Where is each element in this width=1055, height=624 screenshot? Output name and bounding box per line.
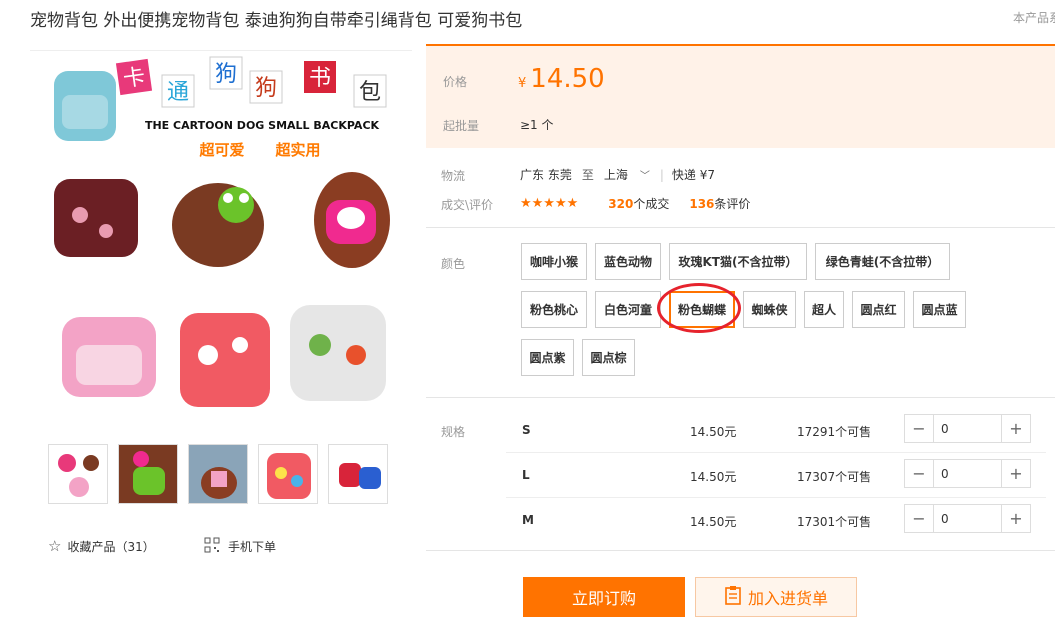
color-option[interactable]: 蜘蛛侠	[743, 291, 796, 328]
plus-button[interactable]: +	[1002, 415, 1030, 442]
main-product-image[interactable]: 卡 通 狗 狗 书 包 THE CARTOON DOG SMALL BACKPA…	[40, 55, 400, 415]
spec-price: 14.50元	[690, 470, 737, 484]
svg-text:狗: 狗	[255, 76, 277, 101]
svg-text:超实用: 超实用	[274, 141, 320, 159]
price-number: 14.50	[530, 64, 605, 94]
color-option[interactable]: 白色河童	[595, 291, 661, 328]
spec-stock: 17291个可售	[797, 425, 872, 439]
deals-count[interactable]: 320	[608, 197, 633, 211]
favorite-label: 收藏产品（31）	[67, 539, 155, 554]
divider: |	[659, 167, 664, 182]
spec-stock: 17307个可售	[797, 470, 872, 484]
divider	[426, 397, 1055, 398]
divider	[426, 227, 1055, 228]
svg-text:书: 书	[309, 66, 331, 91]
quantity-stepper: − 0 +	[904, 459, 1031, 488]
mobile-order[interactable]: 手机下单	[204, 537, 276, 556]
svg-text:卡: 卡	[122, 65, 147, 93]
spec-price: 14.50元	[690, 515, 737, 529]
color-option[interactable]: 绿色青蛙(不含拉带）	[815, 243, 950, 280]
thumbnail-2[interactable]	[118, 444, 178, 504]
reviews-count[interactable]: 136	[689, 197, 714, 211]
reviews-text: 条评价	[714, 197, 751, 211]
quantity-input[interactable]: 0	[933, 415, 1002, 442]
buy-now-button[interactable]: 立即订购	[523, 577, 685, 617]
product-title: 宠物背包 外出便携宠物背包 泰迪狗狗自带牵引绳背包 可爱狗书包	[30, 11, 523, 31]
product-notice: 本产品系	[1013, 11, 1055, 25]
minus-button[interactable]: −	[905, 415, 933, 442]
add-to-cart-button[interactable]: 加入进货单	[695, 577, 857, 617]
moq-label: 起批量	[443, 119, 480, 133]
color-option[interactable]: 超人	[804, 291, 844, 328]
spec-row: S 14.50元 17291个可售 − 0 +	[506, 408, 1055, 453]
color-option[interactable]: 圆点红	[852, 291, 905, 328]
rating-stars-icon: ★★★★★	[520, 196, 579, 211]
color-option[interactable]: 玫瑰KT猫(不含拉带）	[669, 243, 807, 280]
spec-stock: 17301个可售	[797, 515, 872, 529]
price-value: ¥ 14.50	[518, 64, 605, 94]
to-word: 至	[581, 168, 594, 182]
spec-size: M	[522, 513, 534, 527]
color-option[interactable]: 圆点棕	[582, 339, 635, 376]
spec-label: 规格	[441, 425, 466, 439]
qr-code-icon	[204, 537, 220, 556]
quantity-stepper: − 0 +	[904, 504, 1031, 533]
color-option[interactable]: 粉色桃心	[521, 291, 587, 328]
clipboard-icon	[724, 585, 742, 609]
quantity-stepper: − 0 +	[904, 414, 1031, 443]
spec-size: S	[522, 423, 531, 437]
svg-text:通: 通	[167, 80, 189, 105]
divider	[30, 50, 412, 51]
svg-text:超可爱: 超可爱	[198, 141, 244, 159]
shipping-fee: 快递 ¥7	[671, 168, 715, 182]
color-option[interactable]: 圆点紫	[521, 339, 574, 376]
favorite-product[interactable]: ☆ 收藏产品（31）	[48, 537, 155, 555]
star-outline-icon: ☆	[48, 537, 62, 555]
ship-from: 广东 东莞	[520, 168, 572, 182]
currency-symbol: ¥	[518, 76, 527, 91]
thumbnail-4[interactable]	[258, 444, 318, 504]
spec-row: M 14.50元 17301个可售 − 0 +	[506, 498, 1055, 543]
reviews-info: ★★★★★ 320 个成交 136 条评价	[520, 195, 750, 212]
thumbnail-strip	[48, 444, 388, 504]
thumbnail-3[interactable]	[188, 444, 248, 504]
color-label: 颜色	[441, 257, 466, 271]
ship-to-select[interactable]: 上海	[604, 166, 628, 183]
logistics-info: 广东 东莞 至 上海 ﹀ | 快递 ¥7	[520, 166, 715, 183]
spec-row: L 14.50元 17307个可售 − 0 +	[506, 453, 1055, 498]
color-option-selected[interactable]: 粉色蝴蝶	[669, 291, 735, 328]
color-option[interactable]: 蓝色动物	[595, 243, 661, 280]
color-option[interactable]: 圆点蓝	[913, 291, 966, 328]
plus-button[interactable]: +	[1002, 460, 1030, 487]
divider	[426, 550, 1055, 551]
add-to-cart-label: 加入进货单	[747, 589, 828, 608]
reviews-label: 成交\评价	[441, 198, 494, 212]
moq-value: ≥1 个	[520, 118, 554, 132]
quantity-input[interactable]: 0	[933, 505, 1002, 532]
minus-button[interactable]: −	[905, 460, 933, 487]
price-label: 价格	[443, 75, 468, 89]
svg-text:狗: 狗	[215, 62, 237, 87]
mobile-label: 手机下单	[228, 540, 277, 554]
spec-size: L	[522, 468, 530, 482]
color-option[interactable]: 咖啡小猴	[521, 243, 587, 280]
thumbnail-5[interactable]	[328, 444, 388, 504]
deals-text: 个成交	[633, 197, 670, 211]
svg-text:包: 包	[359, 80, 381, 105]
thumbnail-1[interactable]	[48, 444, 108, 504]
svg-text:THE CARTOON DOG SMALL BACKPACK: THE CARTOON DOG SMALL BACKPACK	[145, 119, 380, 132]
logistics-label: 物流	[441, 169, 466, 183]
plus-button[interactable]: +	[1002, 505, 1030, 532]
minus-button[interactable]: −	[905, 505, 933, 532]
quantity-input[interactable]: 0	[933, 460, 1002, 487]
chevron-down-icon[interactable]: ﹀	[640, 167, 650, 182]
spec-price: 14.50元	[690, 425, 737, 439]
